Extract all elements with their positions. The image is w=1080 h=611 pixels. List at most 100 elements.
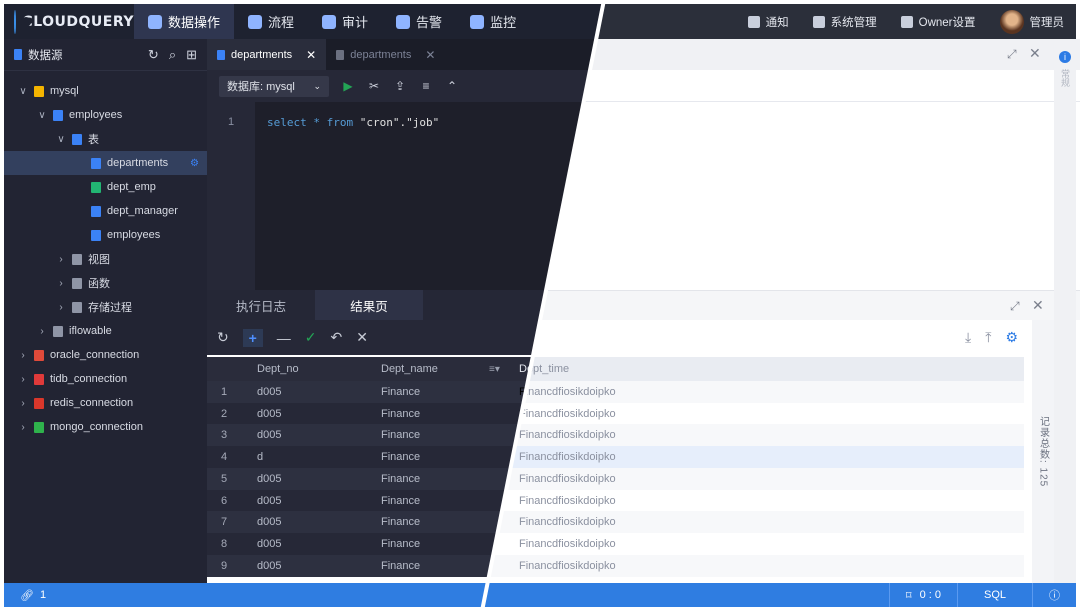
- refresh-icon[interactable]: ↻: [217, 329, 229, 346]
- refresh-icon[interactable]: ↻: [148, 47, 159, 63]
- undo-icon[interactable]: ↶: [330, 329, 342, 346]
- close-icon[interactable]: ✕: [425, 48, 435, 62]
- table-cell[interactable]: d005: [247, 516, 371, 528]
- chevron-right-icon[interactable]: ›: [56, 254, 66, 265]
- table-cell[interactable]: d005: [247, 538, 371, 550]
- table-cell[interactable]: Financdfiosikdoipko: [511, 560, 616, 572]
- close-panel-icon[interactable]: ✕: [1029, 45, 1041, 62]
- tree-node[interactable]: › oracle_connection: [4, 343, 207, 367]
- cancel-icon[interactable]: ✕: [356, 329, 368, 346]
- close-icon[interactable]: ✕: [306, 48, 316, 62]
- brand-logo[interactable]: CLOUDQUERY: [4, 9, 134, 34]
- tree-node[interactable]: › redis_connection: [4, 391, 207, 415]
- tab-departments[interactable]: departments ✕: [326, 39, 445, 70]
- table-cell[interactable]: Finance: [371, 429, 511, 441]
- table-cell[interactable]: Finance: [371, 386, 511, 398]
- format-icon[interactable]: ✂: [367, 79, 381, 93]
- upload-icon[interactable]: ⤒: [985, 329, 991, 346]
- export-icon[interactable]: ⇪: [393, 79, 407, 93]
- search-icon[interactable]: ⌕: [169, 47, 176, 63]
- remove-row-icon[interactable]: —: [277, 330, 291, 346]
- column-header[interactable]: Dept_no: [247, 363, 371, 375]
- table-cell[interactable]: Finance: [371, 451, 511, 463]
- table-cell[interactable]: Financdfiosikdoipko: [511, 538, 616, 550]
- tree-node[interactable]: › tidb_connection: [4, 367, 207, 391]
- nav-item-data-ops[interactable]: 数据操作: [134, 4, 235, 39]
- system-settings-button[interactable]: 系统管理: [801, 14, 889, 30]
- chevron-right-icon[interactable]: ›: [18, 374, 28, 385]
- expand-icon[interactable]: ⤢: [1010, 299, 1020, 314]
- close-panel-icon[interactable]: ✕: [1032, 297, 1044, 314]
- tree-node[interactable]: departments ⚙: [4, 151, 207, 175]
- expand-icon[interactable]: ⤢: [1007, 47, 1017, 62]
- owner-settings-button[interactable]: Owner设置: [889, 14, 988, 30]
- add-row-button[interactable]: +: [242, 328, 263, 347]
- nav-item-flow[interactable]: 流程: [234, 4, 308, 39]
- tree-node[interactable]: › iflowable: [4, 319, 207, 343]
- nav-item-alert[interactable]: 告警: [382, 4, 456, 39]
- nav-item-audit[interactable]: 审计: [308, 4, 382, 39]
- notify-button[interactable]: 通知: [736, 14, 801, 30]
- info-icon[interactable]: i: [1059, 51, 1071, 63]
- chevron-down-icon[interactable]: ∨: [18, 86, 28, 97]
- tree-node[interactable]: › 存储过程: [4, 295, 207, 319]
- gear-icon[interactable]: ⚙: [190, 158, 199, 169]
- node-label: oracle_connection: [50, 349, 140, 361]
- user-menu[interactable]: 管理员: [988, 9, 1077, 34]
- tab-results[interactable]: 结果页: [315, 290, 423, 320]
- tab-exec-log[interactable]: 执行日志: [207, 290, 315, 320]
- table-cell[interactable]: d005: [247, 495, 371, 507]
- chevron-right-icon[interactable]: ›: [18, 350, 28, 361]
- table-cell[interactable]: d005: [247, 386, 371, 398]
- about-icon[interactable]: ⓘ: [1032, 583, 1076, 607]
- chevron-right-icon[interactable]: ›: [18, 422, 28, 433]
- column-menu-icon[interactable]: ≡▾: [489, 364, 500, 375]
- chevron-right-icon[interactable]: ›: [56, 302, 66, 313]
- chevron-right-icon[interactable]: ›: [56, 278, 66, 289]
- chevron-down-icon[interactable]: ∨: [37, 110, 47, 121]
- tree-node[interactable]: › mongo_connection: [4, 415, 207, 439]
- table-cell[interactable]: Financdfiosikdoipko: [511, 386, 616, 398]
- table-cell[interactable]: Financdfiosikdoipko: [511, 451, 616, 463]
- table-cell[interactable]: Finance: [371, 560, 511, 572]
- tree-node[interactable]: ∨ employees: [4, 103, 207, 127]
- table-cell[interactable]: Financdfiosikdoipko: [511, 495, 616, 507]
- rail-label[interactable]: 常规: [1059, 69, 1072, 87]
- run-icon[interactable]: ▶: [341, 79, 355, 93]
- table-cell[interactable]: Finance: [371, 408, 511, 420]
- table-cell[interactable]: Finance: [371, 495, 511, 507]
- sort-icon[interactable]: ≡: [419, 79, 433, 93]
- chevron-right-icon[interactable]: ›: [18, 398, 28, 409]
- table-cell[interactable]: Financdfiosikdoipko: [511, 516, 616, 528]
- collapse-icon[interactable]: ⌃: [445, 79, 459, 93]
- nav-item-monitor[interactable]: 监控: [456, 4, 530, 39]
- table-cell[interactable]: d005: [247, 473, 371, 485]
- table-cell[interactable]: Financdfiosikdoipko: [511, 429, 616, 441]
- tree-node[interactable]: dept_manager: [4, 199, 207, 223]
- tree-node[interactable]: › 视图: [4, 247, 207, 271]
- confirm-icon[interactable]: ✓: [305, 329, 317, 346]
- table-cell[interactable]: Finance: [371, 538, 511, 550]
- chevron-down-icon[interactable]: ∨: [56, 134, 66, 145]
- language-mode[interactable]: SQL: [956, 583, 1032, 607]
- table-cell[interactable]: Financdfiosikdoipko: [511, 473, 616, 485]
- tree-node[interactable]: ∨ mysql: [4, 79, 207, 103]
- tab-departments-active[interactable]: departments ✕: [207, 39, 327, 70]
- table-cell[interactable]: d: [247, 451, 371, 463]
- table-cell[interactable]: Finance: [371, 516, 511, 528]
- table-cell[interactable]: d005: [247, 408, 371, 420]
- database-select[interactable]: 数据库: mysql ⌄: [219, 75, 329, 97]
- tree-node[interactable]: dept_emp: [4, 175, 207, 199]
- add-icon[interactable]: ⊞: [186, 47, 197, 63]
- settings-gear-icon[interactable]: ⚙: [1005, 329, 1018, 346]
- tree-node[interactable]: ∨表: [4, 127, 207, 151]
- chevron-right-icon[interactable]: ›: [37, 326, 47, 337]
- tree-node[interactable]: › 函数: [4, 271, 207, 295]
- link-count[interactable]: 🔗︎ 1: [4, 589, 46, 602]
- table-cell[interactable]: d005: [247, 560, 371, 572]
- tree-node[interactable]: employees: [4, 223, 207, 247]
- table-cell[interactable]: Finance: [371, 473, 511, 485]
- table-cell[interactable]: d005: [247, 429, 371, 441]
- download-icon[interactable]: ⤓: [965, 329, 971, 346]
- table-cell[interactable]: Financdfiosikdoipko: [511, 408, 616, 420]
